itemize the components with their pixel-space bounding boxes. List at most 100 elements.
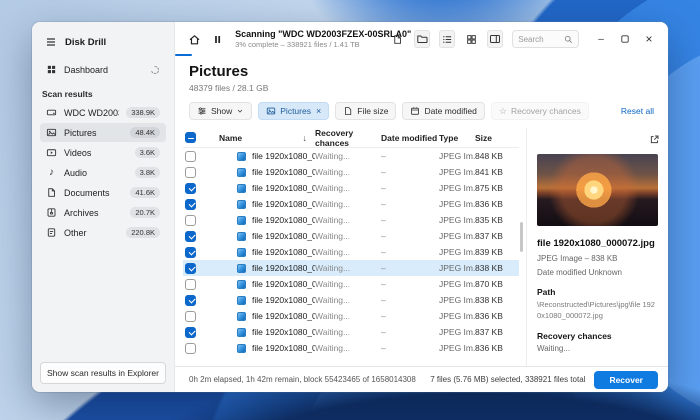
table-row[interactable]: file 1920x1080_00... Waiting... – JPEG I…	[183, 260, 519, 276]
sidebar-item-label: Videos	[64, 148, 128, 158]
home-button[interactable]	[187, 30, 201, 48]
recovery-cell: Waiting...	[315, 215, 381, 225]
date-cell: –	[381, 343, 439, 353]
table-row[interactable]: file 1920x1080_00... Waiting... – JPEG I…	[183, 148, 519, 164]
open-preview-external-icon[interactable]	[649, 134, 660, 145]
table-row[interactable]: file 1920x1080_00... Waiting... – JPEG I…	[183, 244, 519, 260]
jpeg-file-icon	[237, 168, 246, 177]
table-row[interactable]: file 1920x1080_00... Waiting... – JPEG I…	[183, 196, 519, 212]
page-subtitle: 48379 files / 28.1 GB	[189, 83, 654, 93]
row-checkbox[interactable]	[185, 327, 196, 338]
sidebar-item-pictures[interactable]: Pictures 48.4K	[40, 123, 166, 142]
file-name: file 1920x1080_00...	[252, 199, 315, 209]
list-view-button[interactable]	[439, 30, 455, 48]
row-checkbox[interactable]	[185, 247, 196, 258]
column-header-type[interactable]: Type	[439, 133, 475, 143]
type-cell: JPEG Im...	[439, 263, 475, 273]
table-row[interactable]: file 1920x1080_00... Waiting... – JPEG I…	[183, 212, 519, 228]
select-all-checkbox[interactable]	[185, 132, 196, 143]
content-header: Pictures 48379 files / 28.1 GB	[175, 56, 668, 96]
sidebar-item-dashboard[interactable]: Dashboard	[40, 60, 166, 79]
open-folder-button[interactable]	[414, 30, 430, 48]
table-row[interactable]: file 1920x1080_00... Waiting... – JPEG I…	[183, 276, 519, 292]
sidebar-item-other[interactable]: Other 220.8K	[40, 223, 166, 242]
calendar-icon	[410, 106, 420, 116]
table-row[interactable]: file 1920x1080_00... Waiting... – JPEG I…	[183, 228, 519, 244]
pause-scan-button[interactable]	[210, 30, 224, 48]
disk-drill-window: Disk Drill Dashboard Scan results WDC WD…	[32, 22, 668, 392]
drive-icon	[46, 107, 57, 118]
hamburger-menu-icon[interactable]	[45, 36, 57, 48]
show-scan-results-button[interactable]: Show scan results in Explorer	[40, 362, 166, 384]
recovery-cell: Waiting...	[315, 199, 381, 209]
row-checkbox[interactable]	[185, 231, 196, 242]
grid-view-button[interactable]	[464, 30, 478, 48]
spinner-icon	[150, 65, 160, 75]
sidebar-item-drive[interactable]: WDC WD2003FZEX-0... 338.9K	[40, 103, 166, 122]
jpeg-file-icon	[237, 312, 246, 321]
type-cell: JPEG Im...	[439, 183, 475, 193]
date-modified-filter-button[interactable]: Date modified	[402, 102, 484, 120]
row-checkbox[interactable]	[185, 343, 196, 354]
sidebar-item-videos[interactable]: Videos 3.6K	[40, 143, 166, 162]
row-checkbox[interactable]	[185, 167, 196, 178]
table-row[interactable]: file 1920x1080_00... Waiting... – JPEG I…	[183, 180, 519, 196]
dashboard-label: Dashboard	[64, 65, 143, 75]
minimize-button[interactable]: –	[590, 30, 612, 48]
sidebar-item-audio[interactable]: ♪ Audio 3.8K	[40, 163, 166, 182]
row-checkbox[interactable]	[185, 215, 196, 226]
file-size-filter-button[interactable]: File size	[335, 102, 396, 120]
show-filter-button[interactable]: Show	[189, 102, 252, 120]
table-row[interactable]: file 1920x1080_00... Waiting... – JPEG I…	[183, 324, 519, 340]
file-name: file 1920x1080_00...	[252, 311, 315, 321]
row-checkbox[interactable]	[185, 279, 196, 290]
row-checkbox[interactable]	[185, 183, 196, 194]
column-header-recovery[interactable]: Recovery chances	[315, 128, 381, 148]
file-name: file 1920x1080_00...	[252, 343, 315, 353]
row-checkbox[interactable]	[185, 151, 196, 162]
file-name: file 1920x1080_00...	[252, 167, 315, 177]
scan-progress-bar	[175, 54, 192, 56]
preview-recovery-value: Waiting...	[537, 344, 658, 353]
recover-button[interactable]: Recover	[594, 371, 658, 389]
chevron-down-icon	[236, 107, 244, 115]
table-row[interactable]: file 1920x1080_00... Waiting... – JPEG I…	[183, 164, 519, 180]
scan-results-section-label: Scan results	[40, 89, 166, 99]
column-header-size[interactable]: Size	[475, 133, 519, 143]
file-name: file 1920x1080_00...	[252, 263, 315, 273]
jpeg-file-icon	[237, 216, 246, 225]
type-cell: JPEG Im...	[439, 167, 475, 177]
sidebar-item-documents[interactable]: Documents 41.6K	[40, 183, 166, 202]
recovery-cell: Waiting...	[315, 311, 381, 321]
table-scrollbar[interactable]	[519, 128, 526, 366]
recovery-chances-filter-button[interactable]: ☆ Recovery chances	[491, 102, 589, 120]
row-checkbox[interactable]	[185, 199, 196, 210]
preview-thumbnail[interactable]	[537, 154, 658, 226]
row-checkbox[interactable]	[185, 263, 196, 274]
count-badge: 20.7K	[130, 207, 160, 218]
file-name: file 1920x1080_00...	[252, 215, 315, 225]
preview-panel-toggle-button[interactable]	[487, 30, 503, 48]
sidebar-item-archives[interactable]: Archives 20.7K	[40, 203, 166, 222]
new-session-button[interactable]	[391, 30, 405, 48]
videos-icon	[46, 147, 57, 158]
search-input[interactable]	[518, 35, 560, 44]
table-row[interactable]: file 1920x1080_00... Waiting... – JPEG I…	[183, 292, 519, 308]
row-checkbox[interactable]	[185, 295, 196, 306]
jpeg-file-icon	[237, 200, 246, 209]
row-checkbox[interactable]	[185, 311, 196, 322]
pictures-filter-chip[interactable]: Pictures ×	[258, 102, 329, 120]
column-header-date[interactable]: Date modified	[381, 133, 439, 143]
column-header-name[interactable]: Name	[219, 133, 242, 143]
scrollbar-thumb[interactable]	[520, 222, 523, 252]
table-row[interactable]: file 1920x1080_00... Waiting... – JPEG I…	[183, 340, 519, 356]
reset-all-link[interactable]: Reset all	[621, 106, 654, 116]
recovery-cell: Waiting...	[315, 343, 381, 353]
file-table: Name ↓ Recovery chances Date modified Ty…	[175, 128, 519, 366]
sort-descending-icon[interactable]: ↓	[303, 133, 308, 143]
table-row[interactable]: file 1920x1080_00... Waiting... – JPEG I…	[183, 308, 519, 324]
type-cell: JPEG Im...	[439, 327, 475, 337]
maximize-button[interactable]	[614, 30, 636, 48]
chip-remove-icon[interactable]: ×	[316, 106, 321, 116]
close-button[interactable]: ×	[638, 30, 660, 48]
